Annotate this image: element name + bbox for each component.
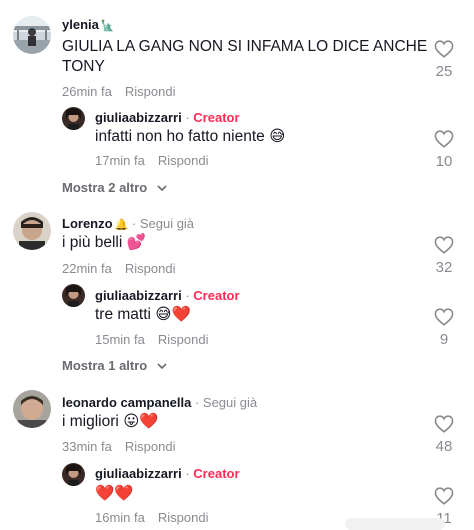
username-text[interactable]: Lorenzo — [62, 216, 113, 231]
comment-meta: 33min fa Rispondi — [62, 439, 175, 454]
following-status[interactable]: · Segui già — [132, 216, 194, 231]
comment-time: 33min fa — [62, 439, 112, 454]
avatar[interactable] — [13, 16, 51, 54]
username-text[interactable]: ylenia — [62, 17, 99, 32]
creator-avatar[interactable] — [62, 463, 85, 486]
comment-text: i migliori 😛❤️ — [62, 413, 159, 430]
like-button[interactable]: 25 — [429, 40, 459, 80]
avatar[interactable] — [13, 212, 51, 250]
like-count: 32 — [435, 259, 453, 276]
chevron-down-icon[interactable] — [157, 185, 167, 192]
reply-username[interactable]: giuliaabizzarri · Creator — [95, 110, 240, 125]
comment-username[interactable]: leonardo campanella · Segui già — [62, 395, 257, 410]
username-text[interactable]: leonardo campanella — [62, 395, 191, 410]
comment-text-line: TONY — [62, 58, 105, 75]
comment-text: GIULIA LA GANG NON SI INFAMA LO DICE ANC… — [62, 37, 427, 77]
input-bar-edge — [345, 518, 445, 530]
like-button[interactable]: 32 — [429, 236, 459, 276]
reply-username[interactable]: giuliaabizzarri · Creator — [95, 466, 240, 481]
username-text[interactable]: giuliaabizzarri — [95, 466, 182, 481]
comment-text: i più belli 💕 — [62, 234, 146, 251]
statue-of-liberty-icon: 🗽 — [100, 20, 115, 32]
creator-avatar[interactable] — [62, 107, 85, 130]
separator-dot: · — [185, 288, 190, 303]
username-text[interactable]: giuliaabizzarri — [95, 288, 182, 303]
like-button[interactable]: 10 — [429, 130, 459, 170]
reply-meta: 15min fa Rispondi — [95, 332, 208, 347]
reply-username[interactable]: giuliaabizzarri · Creator — [95, 288, 240, 303]
like-button[interactable]: 48 — [429, 415, 459, 455]
like-count: 10 — [435, 153, 453, 170]
heart-outline-icon[interactable] — [434, 415, 454, 433]
separator-dot: · — [185, 466, 190, 481]
show-more-label[interactable]: Mostra 1 altro — [62, 358, 147, 373]
heart-outline-icon[interactable] — [434, 40, 454, 58]
reply-button[interactable]: Rispondi — [158, 510, 209, 525]
show-more-label[interactable]: Mostra 2 altro — [62, 180, 147, 195]
show-more-replies-button[interactable]: Mostra 1 altro — [62, 358, 167, 373]
reply-text: ❤️❤️ — [95, 485, 134, 502]
comment-text-line: GIULIA LA GANG NON SI INFAMA LO DICE ANC… — [62, 38, 428, 55]
username-text[interactable]: giuliaabizzarri — [95, 110, 182, 125]
heart-outline-icon[interactable] — [434, 308, 454, 326]
comment-time: 22min fa — [62, 261, 112, 276]
heart-outline-icon[interactable] — [434, 487, 454, 505]
creator-avatar[interactable] — [62, 284, 85, 307]
reply-button[interactable]: Rispondi — [158, 153, 209, 168]
comment-time: 26min fa — [62, 84, 112, 99]
bell-icon: 🔔 — [114, 219, 129, 231]
reply-time: 17min fa — [95, 153, 145, 168]
creator-badge: Creator — [193, 466, 240, 481]
reply-text: tre matti 😅❤️ — [95, 306, 191, 323]
reply-button[interactable]: Rispondi — [125, 439, 176, 454]
reply-button[interactable]: Rispondi — [125, 261, 176, 276]
separator-dot: · — [185, 110, 190, 125]
comment-username[interactable]: Lorenzo 🔔 · Segui già — [62, 216, 194, 231]
show-more-replies-button[interactable]: Mostra 2 altro — [62, 180, 167, 195]
reply-text: infatti non ho fatto niente 😅 — [95, 128, 286, 145]
reply-button[interactable]: Rispondi — [125, 84, 176, 99]
following-status[interactable]: · Segui già — [195, 395, 257, 410]
like-count: 9 — [439, 331, 449, 348]
like-count: 48 — [435, 438, 453, 455]
comment-username[interactable]: ylenia 🗽 — [62, 17, 115, 32]
avatar[interactable] — [13, 390, 51, 428]
creator-badge: Creator — [193, 288, 240, 303]
reply-meta: 16min fa Rispondi — [95, 510, 208, 525]
creator-badge: Creator — [193, 110, 240, 125]
like-button[interactable]: 9 — [429, 308, 459, 348]
chevron-down-icon[interactable] — [157, 363, 167, 370]
like-count: 25 — [435, 63, 453, 80]
comment-meta: 22min fa Rispondi — [62, 261, 175, 276]
reply-button[interactable]: Rispondi — [158, 332, 209, 347]
heart-outline-icon[interactable] — [434, 130, 454, 148]
heart-outline-icon[interactable] — [434, 236, 454, 254]
reply-meta: 17min fa Rispondi — [95, 153, 208, 168]
comment-meta: 26min fa Rispondi — [62, 84, 175, 99]
reply-time: 16min fa — [95, 510, 145, 525]
reply-time: 15min fa — [95, 332, 145, 347]
